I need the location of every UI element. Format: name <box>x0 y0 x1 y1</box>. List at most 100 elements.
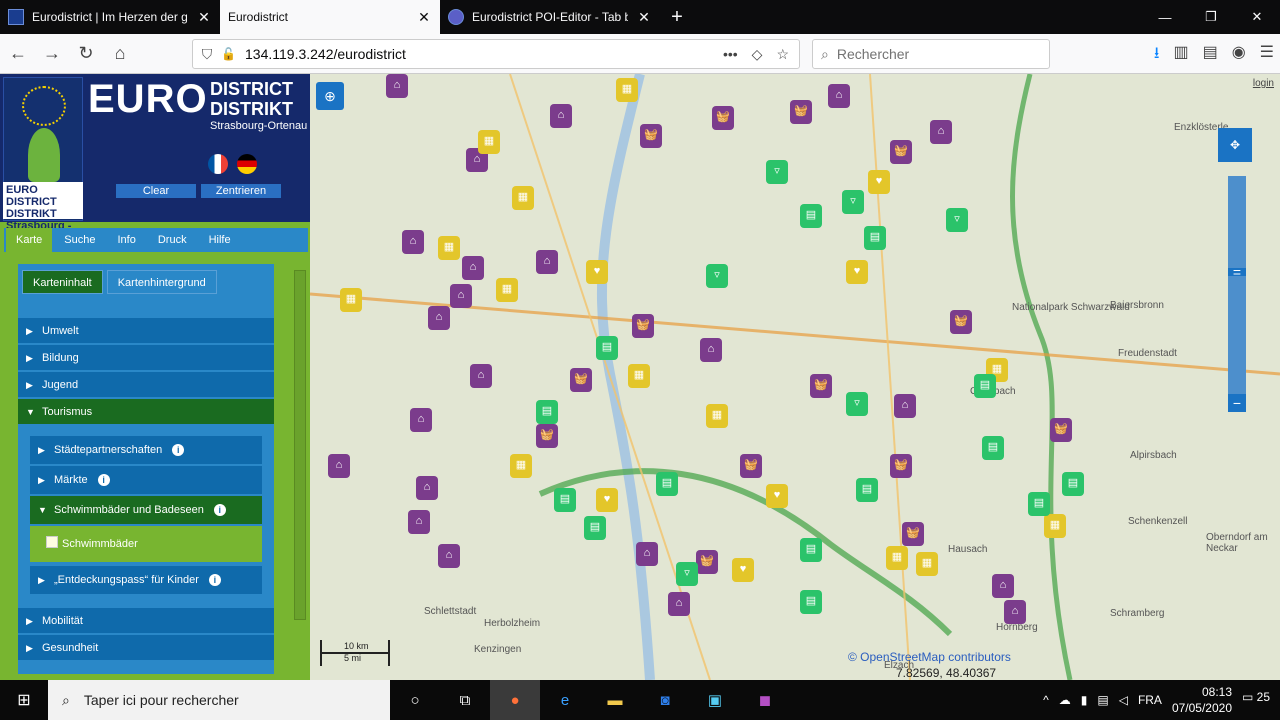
poi-marker[interactable]: ♥ <box>596 488 618 512</box>
teams-icon[interactable]: ◼ <box>740 680 790 720</box>
poi-marker[interactable]: ▦ <box>916 552 938 576</box>
poi-marker[interactable]: ▤ <box>856 478 878 502</box>
poi-marker[interactable]: ⌂ <box>408 510 430 534</box>
poi-marker[interactable]: 🧺 <box>810 374 832 398</box>
poi-marker[interactable]: ▤ <box>800 538 822 562</box>
poi-marker[interactable]: ♥ <box>868 170 890 194</box>
tab-kartenhintergrund[interactable]: Kartenhintergrund <box>106 270 217 294</box>
poi-marker[interactable]: ⌂ <box>668 592 690 616</box>
subcategory-staedtepartnerschaften[interactable]: ▶ Städtepartnerschaften i <box>30 436 262 464</box>
close-tab-icon[interactable]: ✕ <box>636 9 652 26</box>
poi-marker[interactable]: 🧺 <box>696 550 718 574</box>
poi-marker[interactable]: ▤ <box>800 204 822 228</box>
tab-karteninhalt[interactable]: Karteninhalt <box>22 270 103 294</box>
language-indicator[interactable]: FRA <box>1138 693 1162 707</box>
poi-marker[interactable]: ♥ <box>586 260 608 284</box>
insecure-lock-icon[interactable]: 🔓 <box>221 47 245 61</box>
poi-marker[interactable]: ⌂ <box>828 84 850 108</box>
close-window-button[interactable]: ✕ <box>1234 0 1280 34</box>
notifications-badge[interactable]: ▭ 25 <box>1242 690 1270 704</box>
tab-info[interactable]: Info <box>107 228 146 252</box>
poi-marker[interactable]: 🧺 <box>890 140 912 164</box>
minimize-button[interactable]: — <box>1142 0 1188 34</box>
poi-marker[interactable]: ⌂ <box>416 476 438 500</box>
back-arrow-icon[interactable]: ← <box>2 38 34 70</box>
search-input[interactable]: ⌕ Rechercher <box>812 39 1050 69</box>
zoom-slider-handle[interactable]: = <box>1228 265 1246 279</box>
expand-panel-button[interactable]: ⊕ <box>316 82 344 110</box>
tab-suche[interactable]: Suche <box>54 228 106 252</box>
poi-marker[interactable]: ⌂ <box>1004 600 1026 624</box>
poi-marker[interactable]: ⌂ <box>700 338 722 362</box>
category-mobilitaet[interactable]: ▶ Mobilität <box>18 608 274 634</box>
chevron-up-icon[interactable]: ^ <box>1043 693 1049 707</box>
poi-marker[interactable]: ▿ <box>766 160 788 184</box>
scrollbar-thumb[interactable] <box>294 270 306 620</box>
german-flag-icon[interactable] <box>237 154 257 174</box>
poi-marker[interactable]: ♥ <box>846 260 868 284</box>
poi-marker[interactable]: ▤ <box>800 590 822 614</box>
poi-marker[interactable]: ▦ <box>478 130 500 154</box>
info-icon[interactable]: i <box>97 474 110 487</box>
french-flag-icon[interactable] <box>208 154 228 174</box>
poi-marker[interactable]: 🧺 <box>640 124 662 148</box>
volume-icon[interactable]: ◁ <box>1119 693 1128 707</box>
poi-marker[interactable]: 🧺 <box>790 100 812 124</box>
tab-eurodistrict[interactable]: Eurodistrict ✕ <box>220 0 440 34</box>
home-icon[interactable]: ⌂ <box>104 38 136 70</box>
category-bildung[interactable]: ▶ Bildung <box>18 345 274 371</box>
poi-marker[interactable]: ▿ <box>676 562 698 586</box>
tab-hilfe[interactable]: Hilfe <box>198 228 241 252</box>
poi-marker[interactable]: ♥ <box>732 558 754 582</box>
task-view-icon[interactable]: ⧉ <box>440 680 490 720</box>
account-icon[interactable]: ◉ <box>1232 42 1246 69</box>
library-icon[interactable]: ▥ <box>1173 42 1188 69</box>
url-text[interactable]: 134.119.3.242/eurodistrict <box>245 46 723 62</box>
shield-icon[interactable]: ⛉ <box>193 46 221 63</box>
poi-marker[interactable]: ⌂ <box>402 230 424 254</box>
poi-marker[interactable]: ⌂ <box>930 120 952 144</box>
taskbar-search-input[interactable]: ⌕ Taper ici pour rechercher <box>48 680 390 720</box>
category-jugend[interactable]: ▶ Jugend <box>18 372 274 398</box>
poi-marker[interactable]: ▦ <box>340 288 362 312</box>
poi-marker[interactable]: ▤ <box>982 436 1004 460</box>
poi-marker[interactable]: ▿ <box>706 264 728 288</box>
poi-marker[interactable]: ♥ <box>766 484 788 508</box>
poi-marker[interactable]: ⌂ <box>536 250 558 274</box>
menu-icon[interactable]: ☰ <box>1260 42 1274 69</box>
page-actions-icon[interactable]: ••• <box>723 46 738 63</box>
poi-marker[interactable]: 🧺 <box>950 310 972 334</box>
poi-marker[interactable]: ⌂ <box>992 574 1014 598</box>
poi-marker[interactable]: ▿ <box>846 392 868 416</box>
clear-button[interactable]: Clear <box>116 184 196 198</box>
poi-marker[interactable]: ⌂ <box>386 74 408 98</box>
poi-marker[interactable]: ⌂ <box>470 364 492 388</box>
poi-marker[interactable]: ⌂ <box>550 104 572 128</box>
map-canvas[interactable]: ⊕ login Enzklösterle Baiersbronn Freuden… <box>310 74 1280 680</box>
subcategory-maerkte[interactable]: ▶ Märkte i <box>30 466 262 494</box>
poi-marker[interactable]: ▤ <box>1062 472 1084 496</box>
forward-arrow-icon[interactable]: → <box>36 38 68 70</box>
poi-marker[interactable]: ▦ <box>706 404 728 428</box>
info-icon[interactable]: i <box>213 504 226 517</box>
tab-poi-editor[interactable]: Eurodistrict POI-Editor - Tab be ✕ <box>440 0 660 34</box>
layer-checkbox[interactable] <box>46 536 58 548</box>
poi-marker[interactable]: ⌂ <box>328 454 350 478</box>
download-icon[interactable]: ⭳ <box>1154 42 1160 69</box>
tab-karte[interactable]: Karte <box>6 228 53 252</box>
poi-marker[interactable]: ▤ <box>596 336 618 360</box>
outlook-icon[interactable]: ◙ <box>640 680 690 720</box>
info-icon[interactable]: i <box>208 574 221 587</box>
sidebar-icon[interactable]: ▤ <box>1203 42 1218 69</box>
poi-marker[interactable]: ▤ <box>656 472 678 496</box>
poi-marker[interactable]: ⌂ <box>894 394 916 418</box>
poi-marker[interactable]: ▤ <box>974 374 996 398</box>
poi-marker[interactable]: ⌂ <box>636 542 658 566</box>
tab-eurodistrict-home[interactable]: Eurodistrict | Im Herzen der gre ✕ <box>0 0 220 34</box>
clock[interactable]: 08:13 07/05/2020 <box>1172 684 1232 716</box>
zoom-slider-track[interactable] <box>1228 176 1246 412</box>
poi-marker[interactable]: ▦ <box>628 364 650 388</box>
poi-marker[interactable]: ⌂ <box>450 284 472 308</box>
category-tourismus[interactable]: ▼ Tourismus <box>18 399 274 425</box>
pan-control-icon[interactable]: ✥ <box>1218 128 1252 162</box>
